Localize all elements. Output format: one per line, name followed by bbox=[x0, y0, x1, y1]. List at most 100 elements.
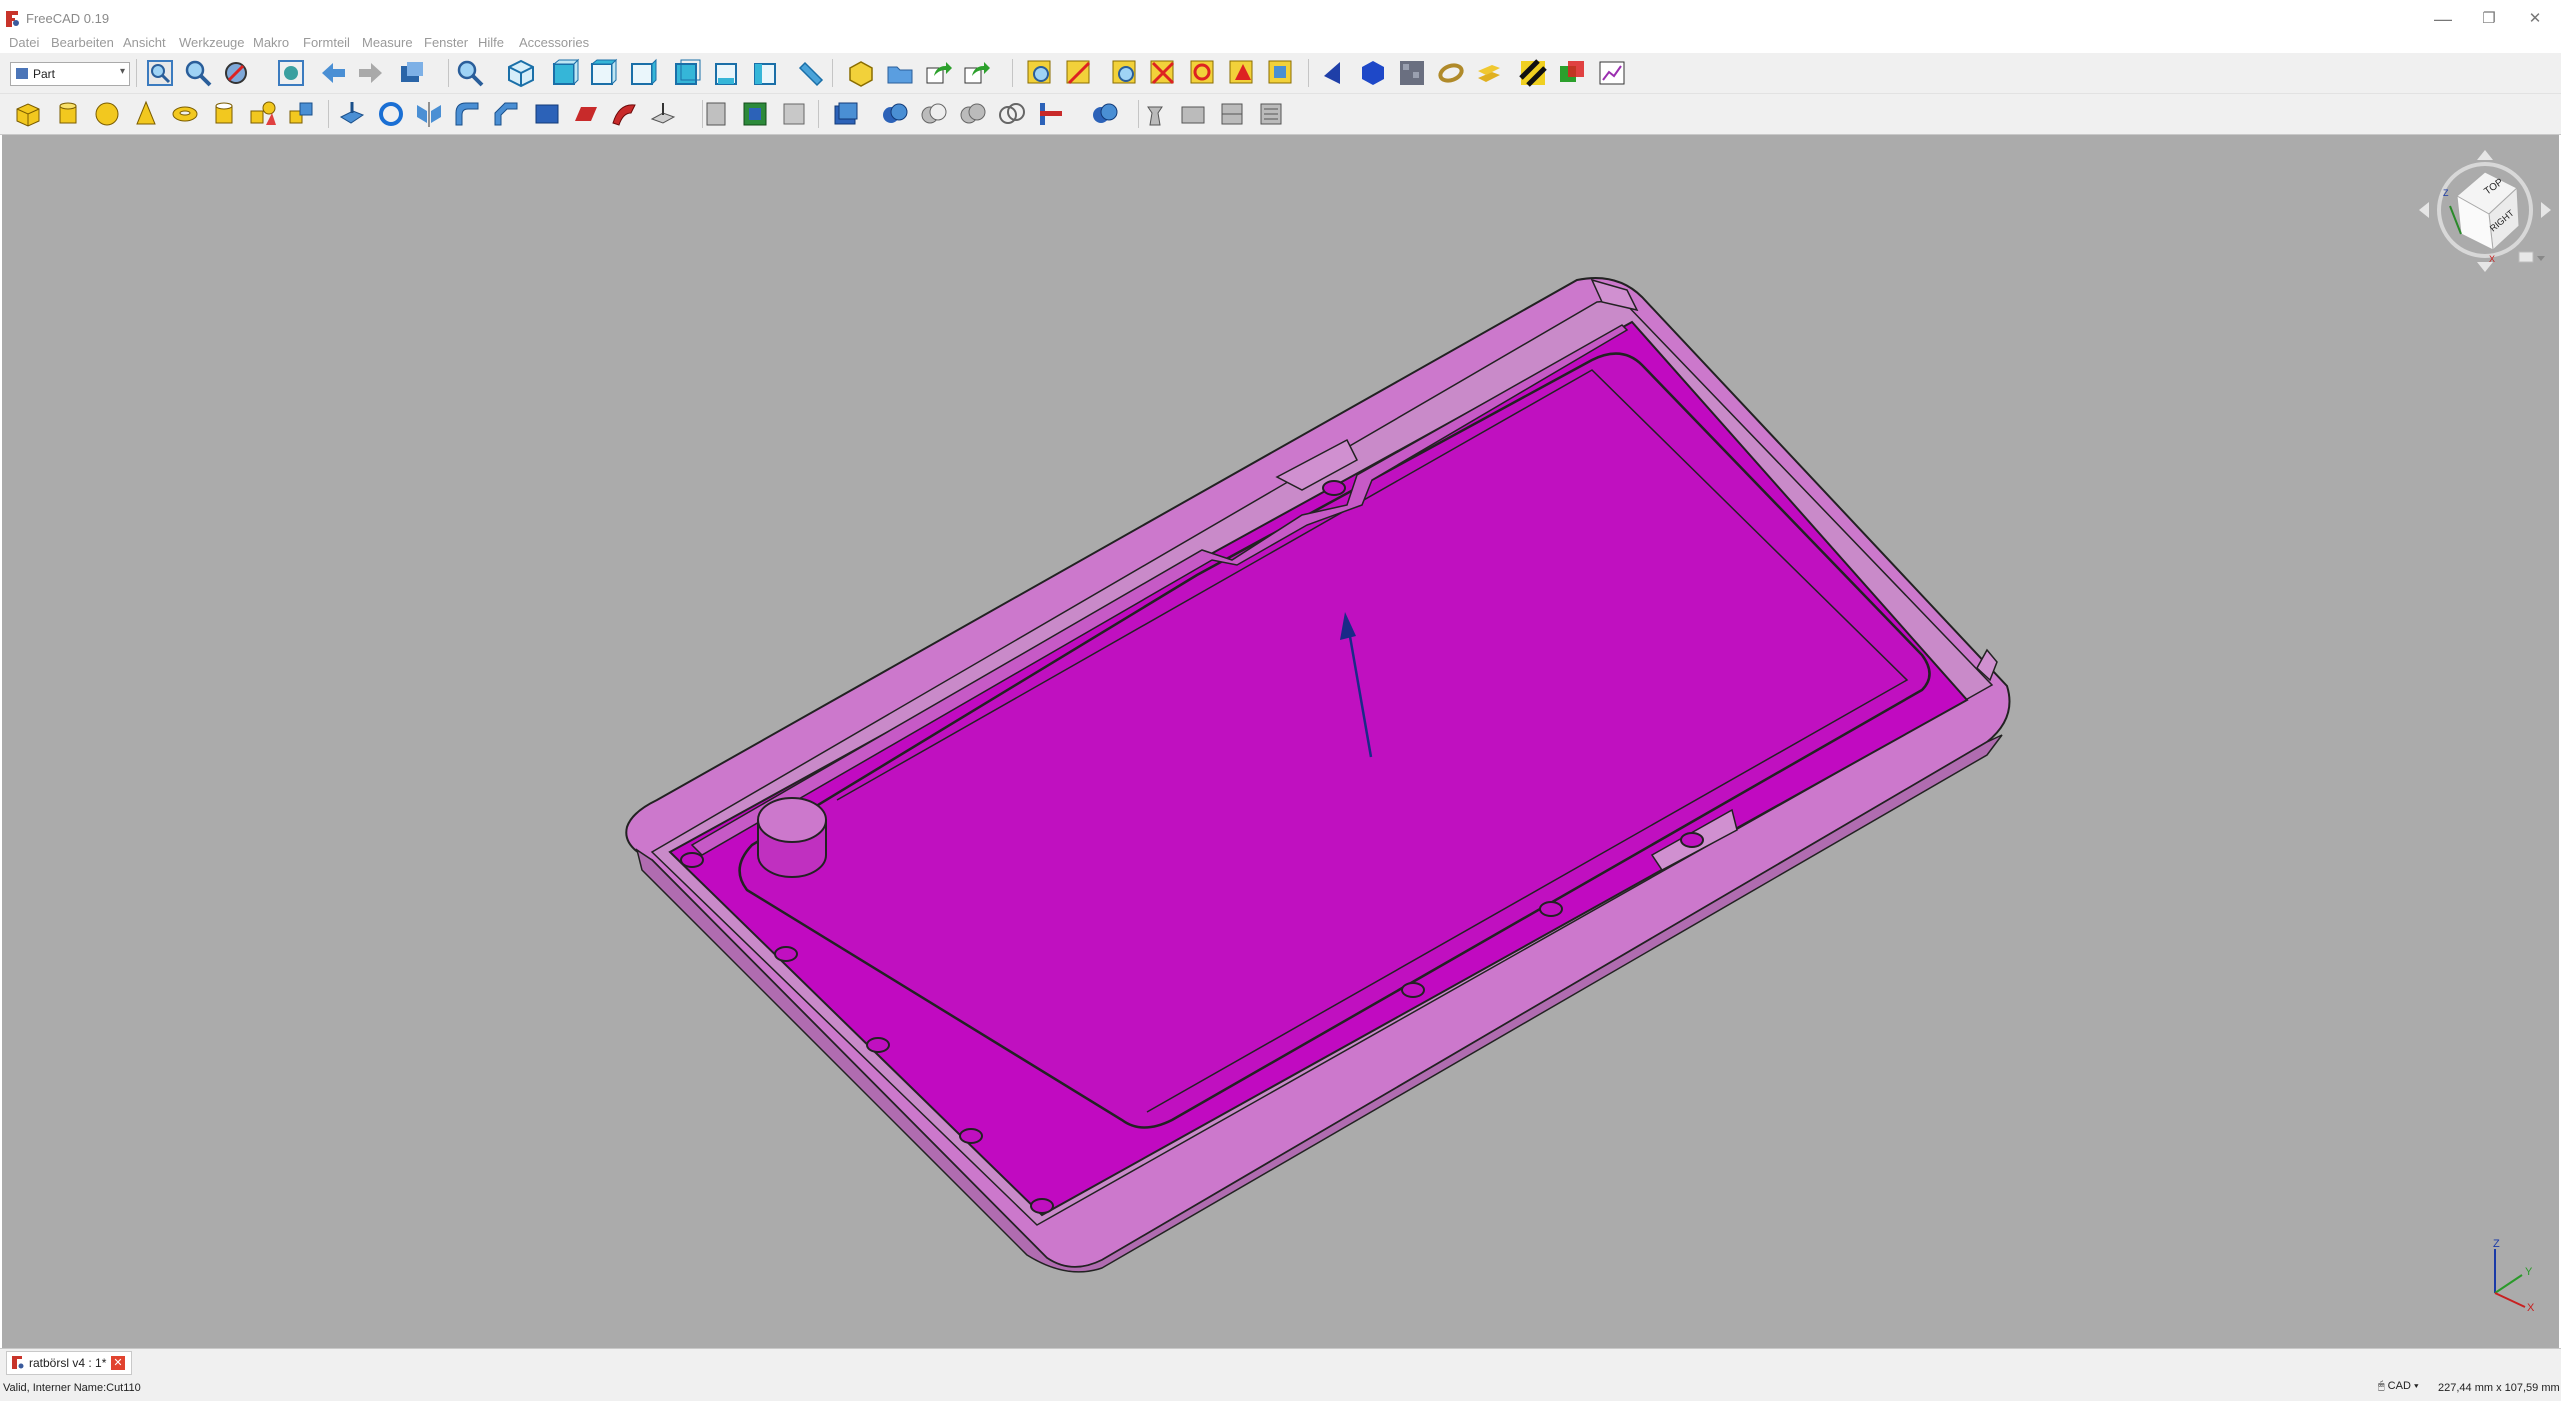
select-filter-icon[interactable] bbox=[1110, 58, 1140, 88]
fit-all-icon[interactable] bbox=[145, 58, 175, 88]
document-tab[interactable]: ratbörsl v4 : 1* ✕ bbox=[6, 1351, 132, 1375]
link-actions-icon[interactable] bbox=[962, 58, 992, 88]
part-loft-icon[interactable] bbox=[609, 99, 639, 129]
part-defeaturing-icon[interactable] bbox=[1178, 99, 1208, 129]
group-icon[interactable] bbox=[885, 58, 915, 88]
object-hex-icon[interactable] bbox=[1358, 58, 1388, 88]
part-toolbar bbox=[0, 94, 2561, 135]
rear-view-icon[interactable] bbox=[672, 58, 702, 88]
part-cut-icon[interactable] bbox=[919, 99, 949, 129]
part-revolve-icon[interactable] bbox=[376, 99, 406, 129]
view-menu-icon[interactable] bbox=[2518, 251, 2534, 263]
nav-back-icon[interactable] bbox=[318, 58, 348, 88]
part-fillet-icon[interactable] bbox=[452, 99, 482, 129]
overlay-icon[interactable] bbox=[1557, 58, 1587, 88]
menu-bearbeiten[interactable]: Bearbeiten bbox=[51, 35, 114, 50]
menu-accessories[interactable]: Accessories bbox=[519, 35, 589, 50]
part-split-icon[interactable] bbox=[1090, 99, 1120, 129]
bottom-view-icon[interactable] bbox=[712, 58, 742, 88]
part-sphere-icon[interactable] bbox=[92, 99, 122, 129]
part-sweep-icon[interactable] bbox=[648, 99, 678, 129]
part-compound-icon[interactable] bbox=[831, 99, 861, 129]
part-ruled-surface-icon[interactable] bbox=[571, 99, 601, 129]
part-cylinder-icon[interactable] bbox=[53, 99, 83, 129]
part-fuse-icon[interactable] bbox=[958, 99, 988, 129]
restore-button[interactable]: ❐ bbox=[2466, 6, 2512, 32]
screw-hole bbox=[774, 946, 798, 962]
section-view-icon[interactable] bbox=[1266, 58, 1296, 88]
left-view-icon[interactable] bbox=[751, 58, 781, 88]
zoom-icon[interactable] bbox=[455, 58, 485, 88]
ring-icon[interactable] bbox=[1436, 58, 1466, 88]
fit-select-icon[interactable] bbox=[1064, 58, 1094, 88]
fit-view-icon[interactable] bbox=[1025, 58, 1055, 88]
3d-viewport[interactable] bbox=[2, 135, 2559, 1348]
part-color-icon[interactable] bbox=[1256, 99, 1286, 129]
draw-style-icon[interactable] bbox=[222, 58, 252, 88]
workbench-selector[interactable]: Part ▾ bbox=[10, 62, 130, 86]
z-axis-label: Z bbox=[2493, 1238, 2500, 1250]
menu-werkzeuge[interactable]: Werkzeuge bbox=[179, 35, 245, 50]
close-button[interactable]: ✕ bbox=[2512, 6, 2558, 32]
part-boolean-icon[interactable] bbox=[880, 99, 910, 129]
part-section-icon[interactable] bbox=[701, 99, 731, 129]
part-attachment-icon[interactable] bbox=[1217, 99, 1247, 129]
top-view-icon[interactable] bbox=[588, 58, 618, 88]
navigation-cube[interactable]: TOP RIGHT Z X bbox=[2415, 146, 2555, 276]
menu-hilfe[interactable]: Hilfe bbox=[478, 35, 504, 50]
rotate-view-icon[interactable] bbox=[1188, 58, 1218, 88]
fit-selection-icon[interactable] bbox=[183, 58, 213, 88]
menu-measure[interactable]: Measure bbox=[362, 35, 413, 50]
screw-hole bbox=[1322, 480, 1346, 496]
measure-distance-icon[interactable] bbox=[795, 58, 825, 88]
cylinder-boss[interactable] bbox=[757, 797, 827, 878]
part-box-icon[interactable] bbox=[13, 99, 43, 129]
part-chamfer-icon[interactable] bbox=[491, 99, 521, 129]
model-scene bbox=[625, 277, 2011, 1273]
chevron-down-icon[interactable] bbox=[2537, 256, 2545, 261]
part-join-icon[interactable] bbox=[1036, 99, 1066, 129]
object-blue-icon[interactable] bbox=[1318, 58, 1348, 88]
rotate-up-icon[interactable] bbox=[2477, 150, 2493, 160]
isometric-view-icon[interactable] bbox=[506, 58, 536, 88]
part-tube-icon[interactable] bbox=[209, 99, 239, 129]
part-common-icon[interactable] bbox=[997, 99, 1027, 129]
x-axis-label: X bbox=[2527, 1302, 2535, 1314]
right-view-icon[interactable] bbox=[628, 58, 658, 88]
part-make-face-icon[interactable] bbox=[532, 99, 562, 129]
part-check-geometry-icon[interactable] bbox=[1140, 99, 1170, 129]
navigation-style-selector[interactable]: 🖱 CAD ▾ bbox=[2378, 1380, 2419, 1393]
part-cone-icon[interactable] bbox=[131, 99, 161, 129]
chart-icon[interactable] bbox=[1597, 58, 1627, 88]
menu-formteil[interactable]: Formteil bbox=[303, 35, 350, 50]
minimize-button[interactable]: — bbox=[2420, 6, 2466, 32]
part-torus-icon[interactable] bbox=[170, 99, 200, 129]
restore-view-icon[interactable] bbox=[1148, 58, 1178, 88]
menu-datei[interactable]: Datei bbox=[9, 35, 39, 50]
nav-forward-icon[interactable] bbox=[356, 58, 386, 88]
close-tab-icon[interactable]: ✕ bbox=[111, 1356, 125, 1370]
material-icon[interactable] bbox=[1397, 58, 1427, 88]
menu-fenster[interactable]: Fenster bbox=[424, 35, 468, 50]
screw-hole bbox=[959, 1128, 983, 1144]
rotate-left-icon[interactable] bbox=[2419, 202, 2429, 218]
part-primitives-icon[interactable] bbox=[248, 99, 278, 129]
part-extrude-icon[interactable] bbox=[337, 99, 367, 129]
rotate-right-icon[interactable] bbox=[2541, 202, 2551, 218]
front-view-icon[interactable] bbox=[550, 58, 580, 88]
stack-icon[interactable] bbox=[1474, 58, 1504, 88]
annotate-icon[interactable] bbox=[1227, 58, 1257, 88]
part-icon[interactable] bbox=[846, 58, 876, 88]
part-mirror-icon[interactable] bbox=[414, 99, 444, 129]
screw-hole bbox=[1030, 1198, 1054, 1214]
part-shape-builder-icon[interactable] bbox=[286, 99, 316, 129]
part-cross-section-icon[interactable] bbox=[740, 99, 770, 129]
part-workbench-icon bbox=[16, 68, 28, 79]
bounding-box-icon[interactable] bbox=[276, 58, 306, 88]
link-icon[interactable] bbox=[924, 58, 954, 88]
stereo-icon[interactable] bbox=[398, 58, 428, 88]
menu-ansicht[interactable]: Ansicht bbox=[123, 35, 166, 50]
menu-makro[interactable]: Makro bbox=[253, 35, 289, 50]
part-offset-icon[interactable] bbox=[779, 99, 809, 129]
hazard-icon[interactable] bbox=[1518, 58, 1548, 88]
